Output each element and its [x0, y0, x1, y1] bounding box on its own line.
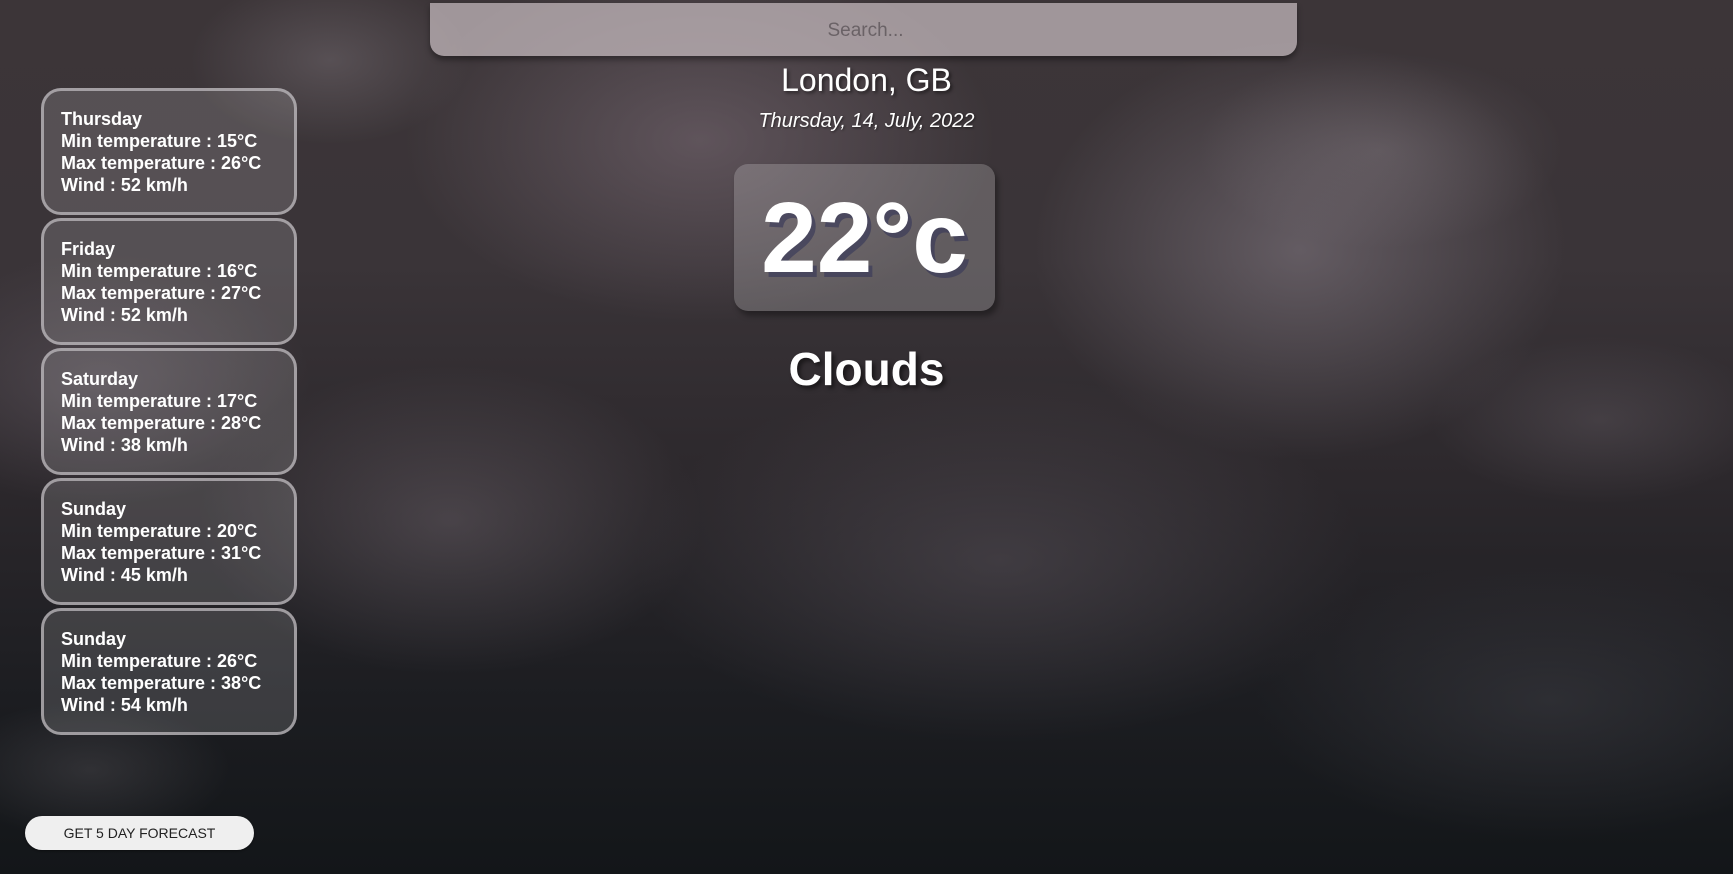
forecast-wind: Wind : 45 km/h	[61, 565, 188, 585]
forecast-day: Friday	[61, 239, 116, 259]
forecast-min-temperature: Min temperature : 20°C	[61, 521, 258, 541]
forecast-card: Thursday Min temperature : 15°C Max temp…	[41, 88, 297, 215]
forecast-day: Sunday	[61, 629, 127, 649]
forecast-card: Friday Min temperature : 16°C Max temper…	[41, 218, 297, 345]
forecast-wind: Wind : 54 km/h	[61, 695, 188, 715]
forecast-min-temperature: Min temperature : 16°C	[61, 261, 258, 281]
forecast-day: Sunday	[61, 499, 127, 519]
forecast-max-temperature: Max temperature : 27°C	[61, 283, 262, 303]
forecast-min-temperature: Min temperature : 26°C	[61, 651, 258, 671]
search-bar	[430, 3, 1297, 56]
forecast-wind: Wind : 52 km/h	[61, 305, 188, 325]
forecast-max-temperature: Max temperature : 31°C	[61, 543, 262, 563]
forecast-card: Sunday Min temperature : 26°C Max temper…	[41, 608, 297, 735]
forecast-min-temperature: Min temperature : 17°C	[61, 391, 258, 411]
temperature-box: 22°c	[734, 164, 995, 311]
forecast-list: Thursday Min temperature : 15°C Max temp…	[41, 88, 297, 738]
forecast-day: Thursday	[61, 109, 143, 129]
search-input[interactable]	[430, 3, 1297, 56]
forecast-max-temperature: Max temperature : 28°C	[61, 413, 262, 433]
forecast-day: Saturday	[61, 369, 139, 389]
forecast-max-temperature: Max temperature : 26°C	[61, 153, 262, 173]
current-temperature: 22°c	[761, 181, 968, 294]
get-forecast-button[interactable]: GET 5 DAY FORECAST	[25, 816, 254, 850]
forecast-min-temperature: Min temperature : 15°C	[61, 131, 258, 151]
forecast-card: Saturday Min temperature : 17°C Max temp…	[41, 348, 297, 475]
forecast-max-temperature: Max temperature : 38°C	[61, 673, 262, 693]
forecast-wind: Wind : 52 km/h	[61, 175, 188, 195]
forecast-wind: Wind : 38 km/h	[61, 435, 188, 455]
forecast-card: Sunday Min temperature : 20°C Max temper…	[41, 478, 297, 605]
